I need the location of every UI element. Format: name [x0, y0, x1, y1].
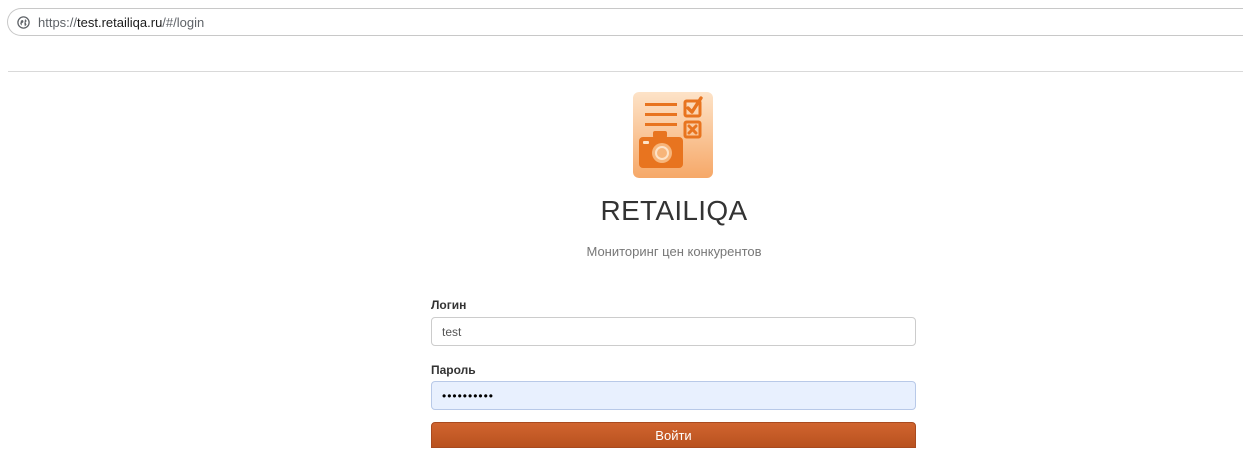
url-scheme: https:// [38, 15, 78, 30]
url-host: test.retailiqa.ru [77, 15, 163, 30]
login-button[interactable]: Войти [431, 422, 916, 448]
brand-title: RETAILIQA [600, 195, 748, 226]
login-label: Логин [431, 298, 467, 312]
login-input[interactable] [431, 317, 916, 346]
url-text[interactable]: https://test.retailiqa.ru/#/login [38, 15, 204, 31]
password-input[interactable] [431, 381, 916, 410]
header-divider [8, 71, 1243, 72]
brand-tagline: Мониторинг цен конкурентов [586, 244, 762, 259]
retailiqa-logo-icon [633, 92, 713, 178]
site-info-icon[interactable] [17, 16, 30, 29]
url-path: /#/login [162, 15, 205, 30]
password-label: Пароль [431, 363, 476, 377]
address-bar[interactable]: https://test.retailiqa.ru/#/login [7, 8, 1243, 36]
